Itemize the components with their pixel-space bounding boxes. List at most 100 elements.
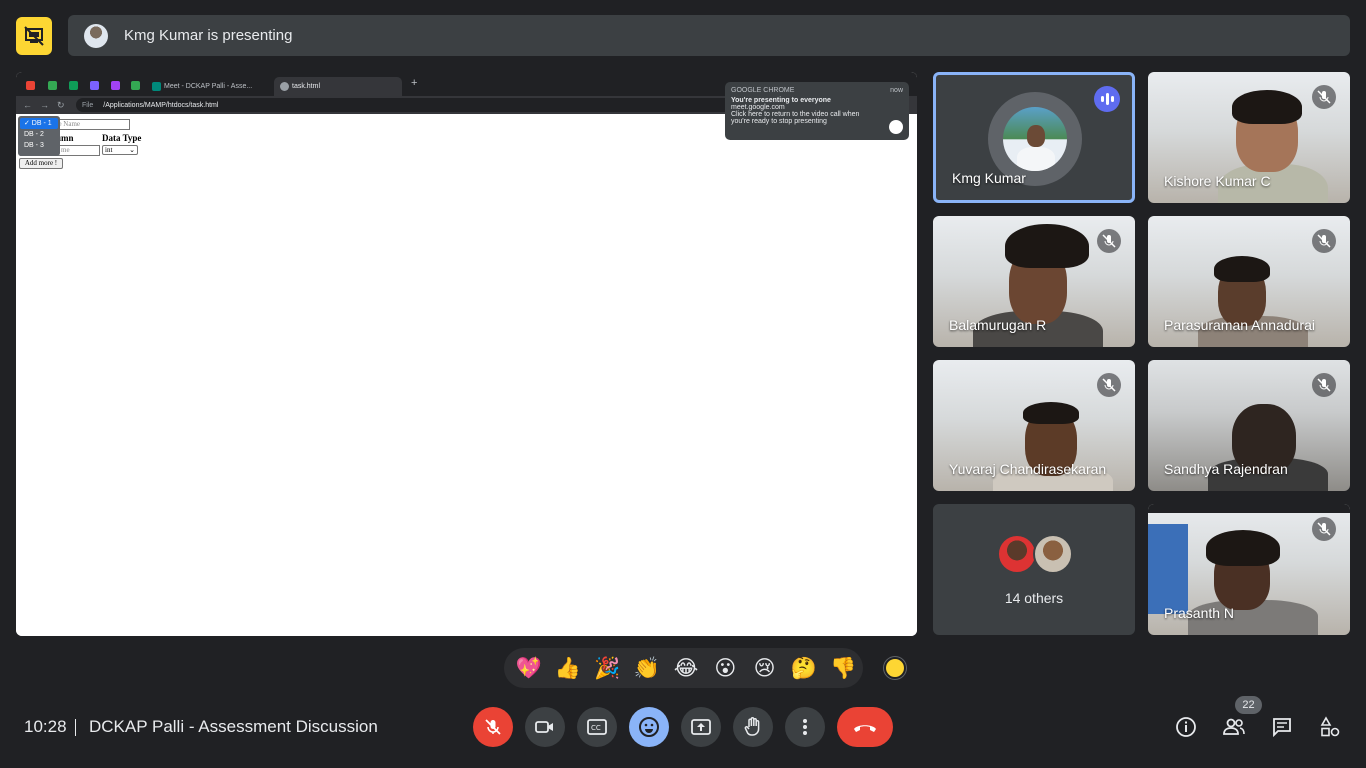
leave-call-button[interactable] [837, 707, 893, 747]
svg-text:CC: CC [591, 724, 601, 732]
sheets-icon [48, 81, 57, 90]
letterbox [1148, 504, 1350, 513]
globe-icon [280, 82, 289, 91]
participant-tile[interactable]: Kmg Kumar [933, 72, 1135, 203]
more-options-button[interactable] [785, 707, 825, 747]
mic-off-icon [1312, 229, 1336, 253]
presenting-text: Kmg Kumar is presenting [124, 27, 293, 44]
meeting-name: DCKAP Palli - Assessment Discussion [89, 717, 378, 736]
participant-tile[interactable]: Balamurugan R [933, 216, 1135, 347]
captions-button[interactable]: CC [577, 707, 617, 747]
sad-reaction[interactable]: 😢 [745, 656, 784, 680]
shared-screen[interactable]: Meet - DCKAP Palli - Asse... task.html +… [16, 72, 917, 636]
heart-reaction[interactable]: 💖 [509, 656, 548, 681]
more-vert-icon [803, 719, 807, 735]
people-count-badge: 22 [1235, 696, 1262, 714]
dropdown-option[interactable]: ✓ DB - 1 [20, 118, 58, 129]
forward-icon[interactable]: → [40, 100, 49, 110]
participant-name: Sandhya Rajendran [1164, 461, 1288, 477]
participant-tile[interactable]: Sandhya Rajendran [1148, 360, 1350, 491]
thumbs-down-reaction[interactable]: 👎 [824, 656, 863, 681]
tab-label: Meet - DCKAP Palli - Asse... [164, 83, 253, 90]
meet-icon [152, 82, 161, 91]
tab-meet[interactable]: Meet - DCKAP Palli - Asse... [146, 77, 271, 96]
participant-tile[interactable]: Yuvaraj Chandirasekaran [933, 360, 1135, 491]
web-page: ble Name umn Data Type me int ⌄ Add more… [16, 114, 917, 636]
raise-hand-button[interactable] [733, 707, 773, 747]
participant-tile[interactable]: Prasanth N [1148, 504, 1350, 635]
datatype-header: Data Type [102, 133, 142, 143]
avatar [1033, 534, 1073, 574]
thinking-reaction[interactable]: 🤔 [784, 656, 823, 681]
meet-icon [889, 120, 903, 134]
camera-button[interactable] [525, 707, 565, 747]
activities-icon [1320, 716, 1340, 737]
app-icon [69, 81, 78, 90]
presenting-banner: Kmg Kumar is presenting [68, 15, 1350, 56]
presentation-icon [16, 17, 52, 55]
hair [1005, 224, 1089, 268]
app-icon [90, 81, 99, 90]
chat-icon [1273, 718, 1291, 738]
laugh-reaction[interactable]: 😂 [666, 656, 705, 680]
tab-label: task.html [292, 83, 321, 90]
mic-off-icon [1097, 229, 1121, 253]
hair [1206, 530, 1280, 566]
app-icon [131, 81, 140, 90]
add-more-button[interactable]: Add more ! [19, 158, 63, 169]
dropdown-option[interactable]: DB - 3 [20, 140, 58, 151]
thumbs-up-reaction[interactable]: 👍 [548, 656, 587, 681]
hair [1214, 256, 1270, 282]
hand-icon [744, 717, 760, 736]
mic-off-icon [485, 719, 501, 735]
background-object [1148, 524, 1188, 614]
mic-off-icon [1312, 373, 1336, 397]
surprised-reaction[interactable]: 😮 [706, 656, 745, 680]
reload-icon[interactable]: ↻ [57, 100, 65, 111]
participant-tile[interactable]: Parasuraman Annadurai [1148, 216, 1350, 347]
others-tile[interactable]: 14 others [933, 504, 1135, 635]
skin-tone-button[interactable] [884, 657, 906, 679]
chrome-notification[interactable]: GOOGLE CHROME now You're presenting to ev… [725, 82, 909, 140]
dropdown-option[interactable]: DB - 2 [20, 129, 58, 140]
url-text: /Applications/MAMP/htdocs/task.html [103, 101, 219, 109]
hair [1023, 402, 1079, 424]
captions-icon: CC [587, 719, 607, 735]
meeting-time: 10:28 [24, 717, 67, 736]
mic-toggle-button[interactable] [473, 707, 513, 747]
back-icon[interactable]: ← [23, 100, 32, 110]
tab-task[interactable]: task.html [274, 77, 402, 96]
datatype-select[interactable]: int ⌄ [102, 145, 138, 155]
clap-reaction[interactable]: 👏 [627, 656, 666, 681]
activities-button[interactable] [1316, 713, 1344, 741]
call-end-icon [854, 725, 876, 732]
notification-title: You're presenting to everyone [731, 97, 831, 104]
meeting-details-button[interactable] [1172, 713, 1200, 741]
participant-name: Kishore Kumar C [1164, 173, 1271, 189]
hair [1232, 90, 1302, 124]
party-reaction[interactable]: 🎉 [588, 656, 627, 681]
notification-time: now [890, 87, 903, 94]
participant-tile[interactable]: Kishore Kumar C [1148, 72, 1350, 203]
presenter-avatar [84, 23, 108, 48]
participant-name: Balamurugan R [949, 317, 1047, 333]
mic-off-icon [1312, 517, 1336, 541]
chat-button[interactable] [1268, 713, 1296, 741]
people-button[interactable] [1220, 713, 1248, 741]
url-prefix: File [82, 101, 94, 109]
emoji-icon [639, 717, 659, 737]
chevron-down-icon: ⌄ [129, 146, 135, 154]
db-dropdown[interactable]: ✓ DB - 1 DB - 2 DB - 3 [18, 116, 60, 156]
datatype-value: int [105, 146, 113, 154]
mic-off-icon [1097, 373, 1121, 397]
participant-name: Yuvaraj Chandirasekaran [949, 461, 1107, 477]
present-button[interactable] [681, 707, 721, 747]
participant-name: Parasuraman Annadurai [1164, 317, 1315, 333]
reactions-button[interactable] [629, 707, 669, 747]
participant-name: Prasanth N [1164, 605, 1235, 621]
avatar [997, 534, 1037, 574]
mic-off-icon [1312, 85, 1336, 109]
people-icon [1223, 718, 1245, 735]
participant-name: Kmg Kumar [952, 170, 1026, 186]
new-tab-icon[interactable]: + [411, 77, 417, 89]
